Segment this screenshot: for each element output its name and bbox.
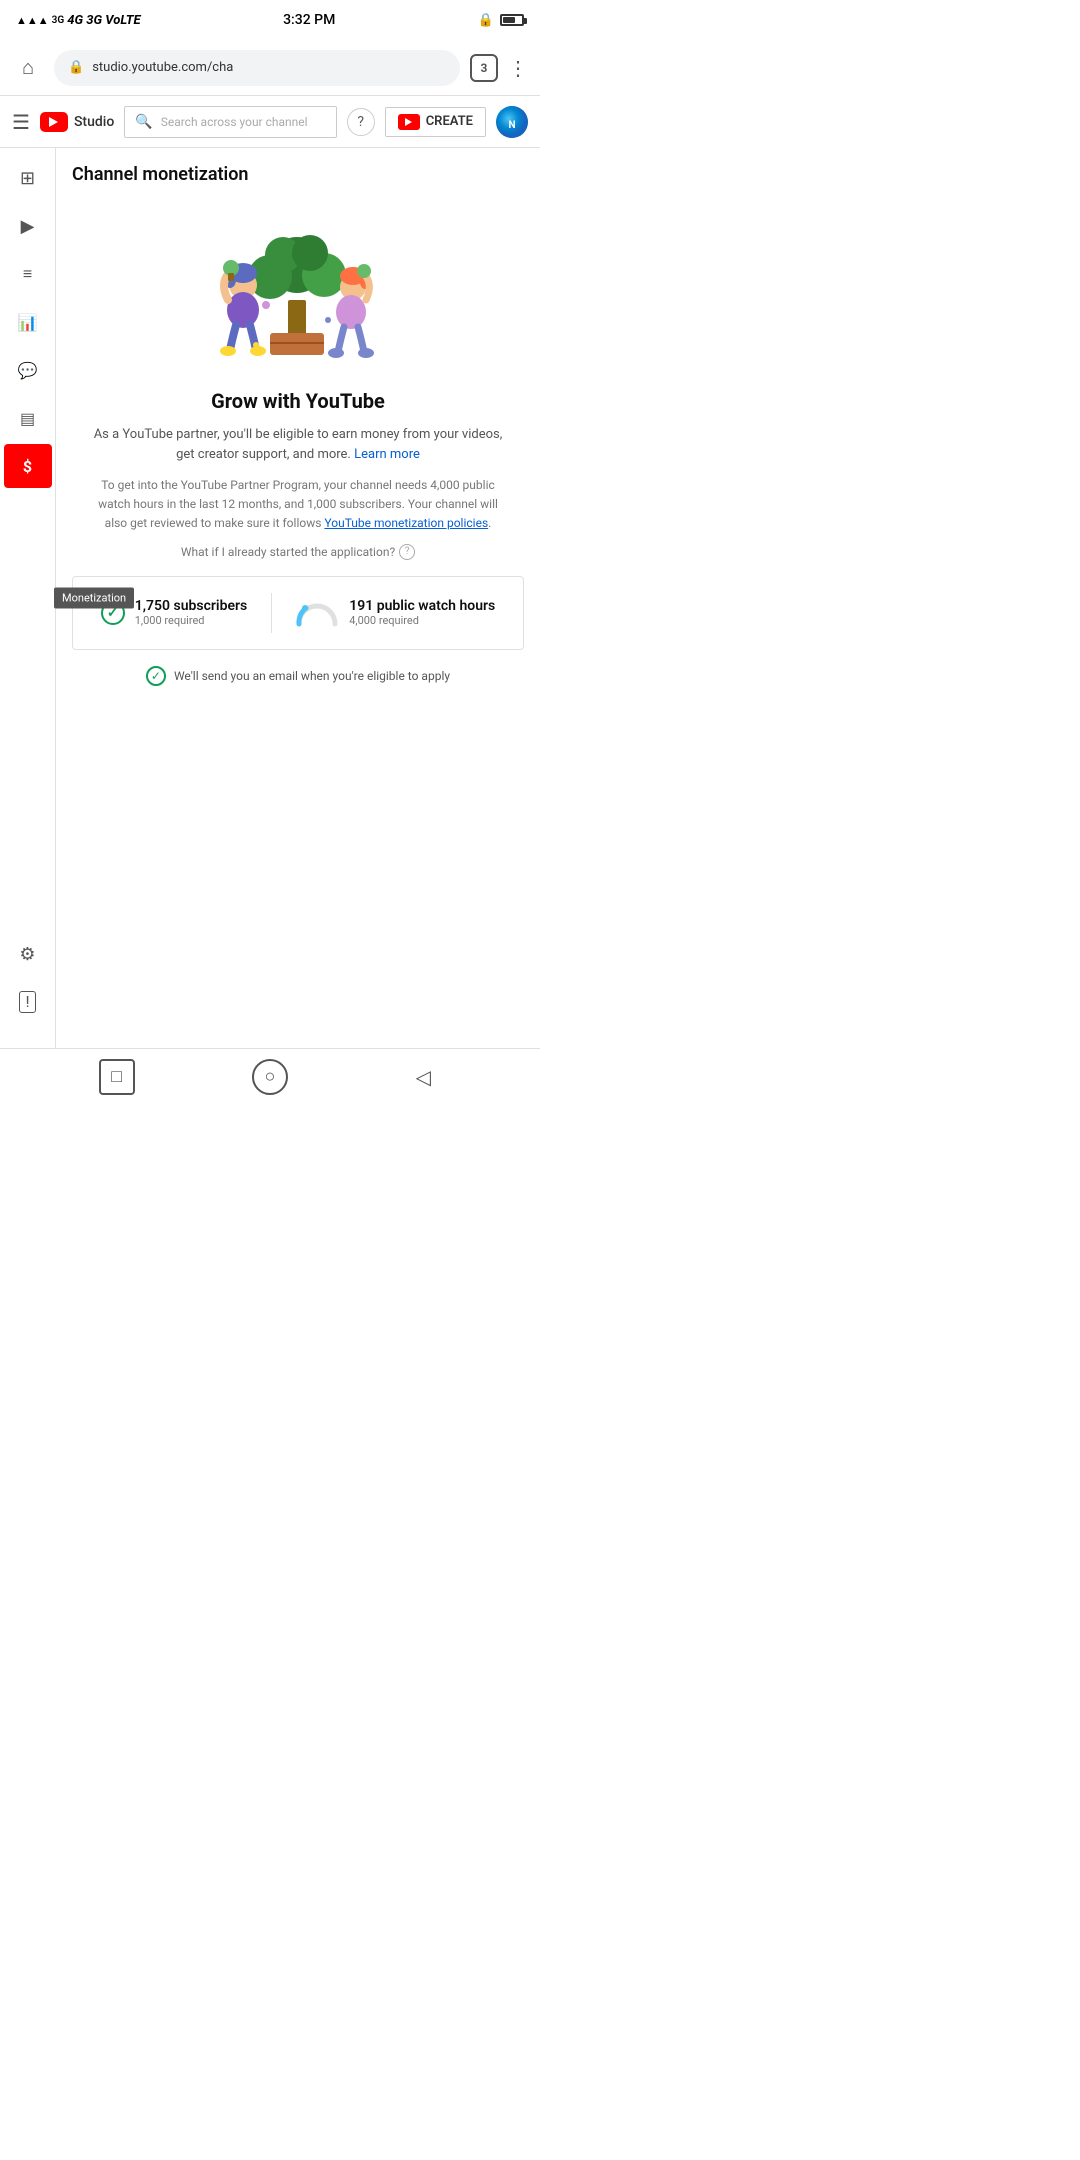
monetization-tooltip: Monetization bbox=[54, 588, 134, 609]
sidebar-item-content[interactable]: ▶ bbox=[4, 204, 52, 248]
signal-3g: 3G bbox=[52, 15, 65, 26]
help-icon: ? bbox=[357, 114, 364, 130]
more-options-button[interactable]: ⋮ bbox=[508, 56, 528, 80]
search-placeholder: Search across your channel bbox=[161, 115, 308, 129]
create-video-icon bbox=[398, 114, 420, 130]
grow-illustration bbox=[188, 205, 408, 365]
signal-4g: ▲▲▲ bbox=[16, 14, 49, 27]
search-icon: 🔍 bbox=[135, 114, 152, 130]
sidebar-item-playlists[interactable]: ≡ bbox=[4, 252, 52, 296]
grow-desc-text: As a YouTube partner, you'll be eligible… bbox=[94, 427, 503, 462]
subtitles-icon: ▤ bbox=[20, 409, 35, 428]
back-button[interactable]: □ bbox=[99, 1059, 135, 1095]
url-bar[interactable]: 🔒 studio.youtube.com/cha bbox=[54, 50, 460, 86]
subscribers-count: 1,750 subscribers bbox=[135, 598, 247, 614]
progress-box: ✓ 1,750 subscribers 1,000 required 191 p… bbox=[72, 576, 524, 650]
tab-count[interactable]: 3 bbox=[470, 54, 498, 82]
watch-hours-chart bbox=[295, 598, 339, 628]
what-if-text: What if I already started the applicatio… bbox=[181, 545, 395, 559]
what-if-row: What if I already started the applicatio… bbox=[92, 544, 504, 560]
watch-hours-progress: 191 public watch hours 4,000 required bbox=[295, 598, 495, 628]
signal-info: ▲▲▲ 3G 4G 3G VoLTE bbox=[16, 13, 141, 28]
email-notify-text: We'll send you an email when you're elig… bbox=[174, 669, 450, 683]
dashboard-icon: ⊞ bbox=[20, 168, 35, 189]
bottom-nav: □ ○ ◁ bbox=[0, 1048, 540, 1104]
grow-section: Grow with YouTube As a YouTube partner, … bbox=[72, 389, 524, 560]
sidebar-item-settings[interactable]: ⚙ bbox=[4, 932, 52, 976]
url-text: studio.youtube.com/cha bbox=[92, 60, 233, 75]
grow-description: As a YouTube partner, you'll be eligible… bbox=[92, 425, 504, 464]
home-nav-button[interactable]: ○ bbox=[252, 1059, 288, 1095]
home-button[interactable]: ⌂ bbox=[12, 52, 44, 84]
illustration-container bbox=[72, 205, 524, 365]
sidebar-item-dashboard[interactable]: ⊞ bbox=[4, 156, 52, 200]
yt-policies-link[interactable]: YouTube monetization policies bbox=[324, 516, 488, 530]
help-button[interactable]: ? bbox=[347, 108, 375, 136]
grow-title: Grow with YouTube bbox=[92, 389, 504, 413]
sidebar: ⊞ ▶ ≡ 📊 💬 ▤ $ Monetization ⚙ ! bbox=[0, 148, 56, 1048]
avatar[interactable]: N bbox=[496, 106, 528, 138]
sidebar-item-feedback[interactable]: ! bbox=[4, 980, 52, 1024]
battery-icon bbox=[500, 14, 524, 26]
create-label: CREATE bbox=[426, 114, 473, 129]
lock-icon: 🔒 bbox=[478, 13, 494, 28]
svg-text:N: N bbox=[508, 120, 515, 131]
grow-detail: To get into the YouTube Partner Program,… bbox=[92, 476, 504, 534]
analytics-icon: 📊 bbox=[18, 313, 38, 332]
feedback-icon: ! bbox=[19, 991, 35, 1013]
settings-icon: ⚙ bbox=[19, 944, 35, 965]
sidebar-item-subtitles[interactable]: ▤ bbox=[4, 396, 52, 440]
youtube-icon bbox=[40, 112, 68, 132]
sidebar-bottom: ⚙ ! bbox=[4, 932, 52, 1040]
hamburger-menu[interactable]: ☰ bbox=[12, 110, 30, 134]
watch-hours-count: 191 public watch hours bbox=[349, 598, 495, 614]
email-notify: ✓ We'll send you an email when you're el… bbox=[72, 666, 524, 686]
sidebar-item-analytics[interactable]: 📊 bbox=[4, 300, 52, 344]
what-if-help-icon[interactable]: ? bbox=[399, 544, 415, 560]
sidebar-item-monetization[interactable]: $ bbox=[4, 444, 52, 488]
yt-studio-header: ☰ Studio 🔍 Search across your channel ? … bbox=[0, 96, 540, 148]
browser-bar: ⌂ 🔒 studio.youtube.com/cha 3 ⋮ bbox=[0, 40, 540, 96]
studio-label: Studio bbox=[74, 114, 114, 130]
search-bar[interactable]: 🔍 Search across your channel bbox=[124, 106, 336, 138]
subscribers-required: 1,000 required bbox=[135, 614, 247, 627]
volte-label: 4G 3G VoLTE bbox=[67, 13, 140, 28]
comments-icon: 💬 bbox=[18, 361, 38, 380]
monetization-icon: $ bbox=[23, 457, 32, 476]
recent-apps-button[interactable]: ◁ bbox=[405, 1059, 441, 1095]
yt-studio-logo: Studio bbox=[40, 112, 114, 132]
watch-hours-required: 4,000 required bbox=[349, 614, 495, 627]
status-icons: 🔒 bbox=[478, 13, 524, 28]
status-time: 3:32 PM bbox=[283, 12, 335, 28]
create-button[interactable]: CREATE bbox=[385, 107, 486, 137]
status-bar: ▲▲▲ 3G 4G 3G VoLTE 3:32 PM 🔒 bbox=[0, 0, 540, 40]
sidebar-item-comments[interactable]: 💬 bbox=[4, 348, 52, 392]
email-check-icon: ✓ bbox=[146, 666, 166, 686]
page-title: Channel monetization bbox=[72, 164, 524, 185]
content-icon: ▶ bbox=[21, 216, 35, 237]
progress-divider bbox=[271, 593, 272, 633]
url-lock-icon: 🔒 bbox=[68, 60, 84, 75]
learn-more-link[interactable]: Learn more bbox=[354, 447, 420, 462]
main-layout: ⊞ ▶ ≡ 📊 💬 ▤ $ Monetization ⚙ ! bbox=[0, 148, 540, 1048]
playlist-icon: ≡ bbox=[23, 264, 32, 284]
